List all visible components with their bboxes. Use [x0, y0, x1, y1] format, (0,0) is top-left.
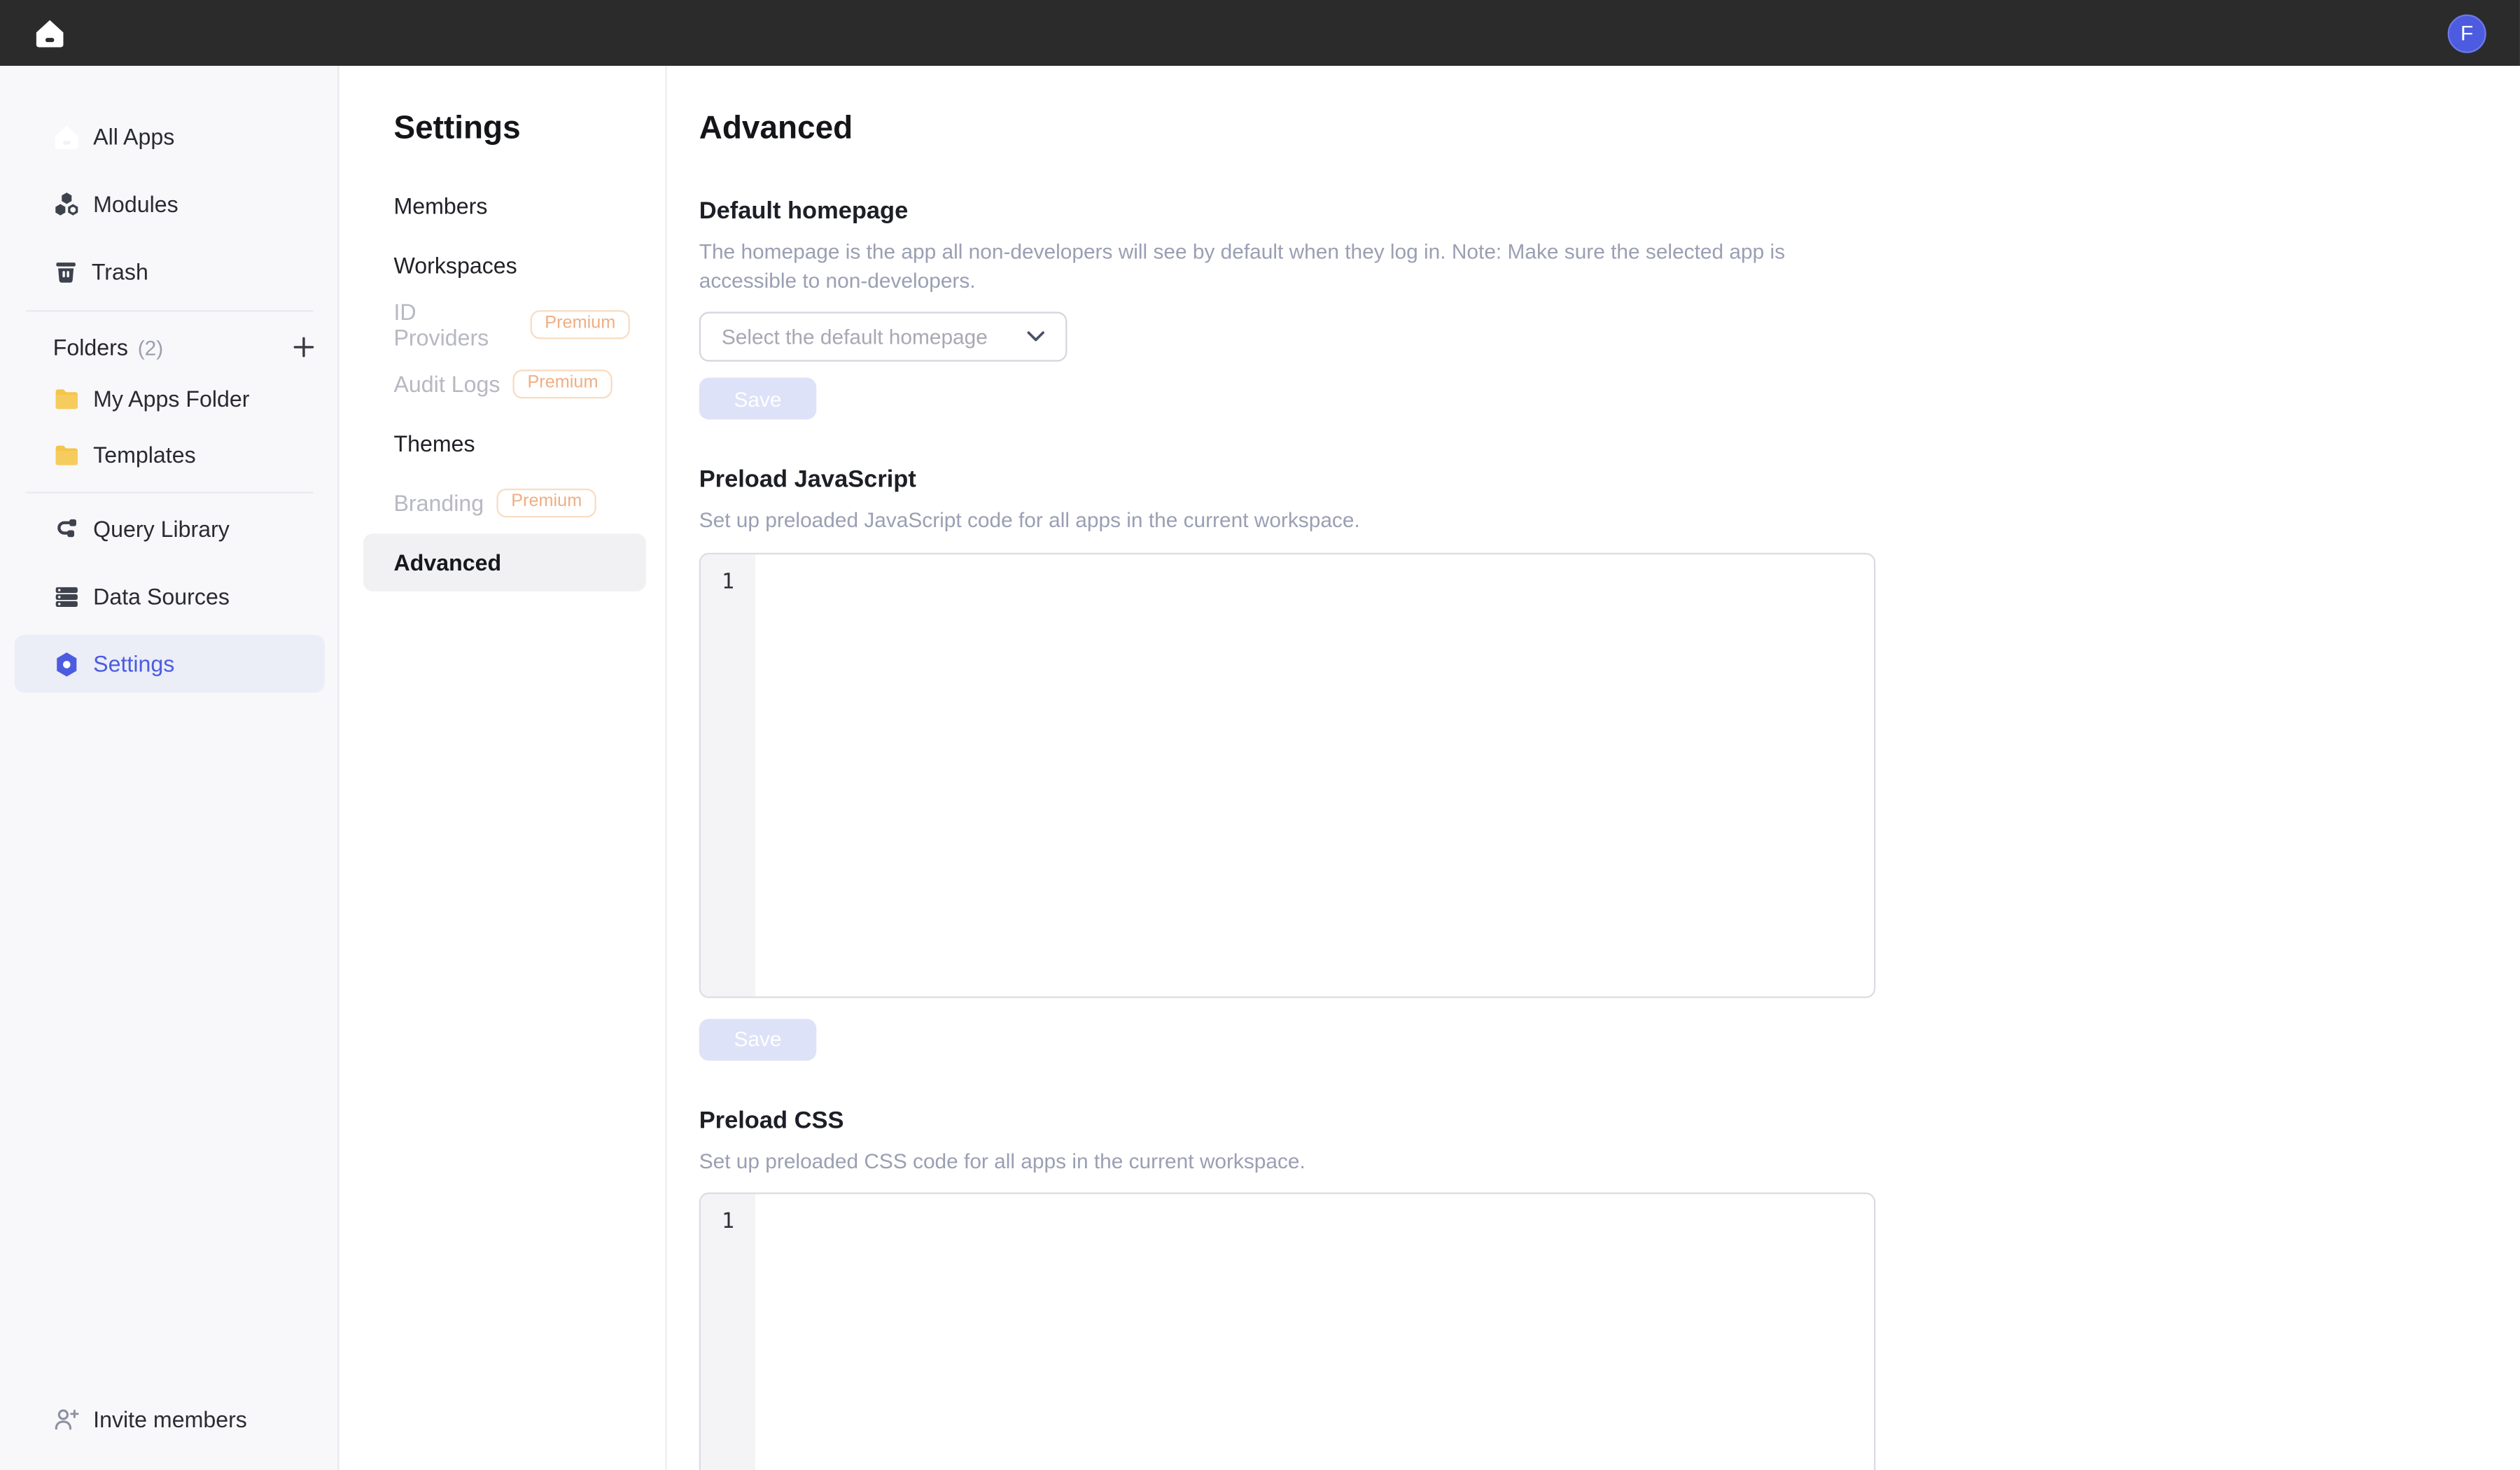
editor-code-area[interactable] — [755, 554, 1874, 995]
nav-item-themes[interactable]: Themes — [363, 414, 646, 472]
line-number: 1 — [722, 570, 734, 594]
sidebar-item-label: Templates — [93, 442, 196, 468]
sidebar-item-label: Trash — [92, 259, 148, 285]
invite-user-icon — [53, 1406, 80, 1433]
section-title: Preload JavaScript — [699, 465, 2520, 496]
sidebar-item-modules[interactable]: Modules — [0, 170, 337, 237]
sidebar-divider — [26, 492, 314, 493]
settings-hexagon-icon — [53, 650, 80, 678]
plus-icon — [293, 336, 315, 358]
folder-icon — [53, 385, 80, 412]
preload-css-editor[interactable]: 1 — [699, 1193, 1876, 1470]
line-number: 1 — [722, 1210, 734, 1234]
settings-nav-list: Members Workspaces ID Providers Premium … — [363, 177, 646, 592]
nav-item-label: Members — [393, 193, 487, 219]
main-content: Advanced Default homepage The homepage i… — [667, 66, 2520, 1470]
invite-members-button[interactable]: Invite members — [0, 1385, 337, 1452]
save-homepage-button[interactable]: Save — [699, 378, 817, 420]
topbar: F — [0, 0, 2520, 66]
folders-label: Folders — [53, 335, 128, 360]
nav-item-advanced[interactable]: Advanced — [363, 533, 646, 592]
nav-item-label: Themes — [393, 430, 475, 456]
sidebar: All Apps Modules — [0, 66, 339, 1470]
data-sources-icon — [53, 582, 80, 610]
nav-item-label: Audit Logs — [393, 371, 500, 397]
nav-item-label: ID Providers — [393, 299, 517, 350]
home-icon — [53, 123, 80, 150]
trash-icon — [53, 259, 79, 285]
preload-javascript-editor[interactable]: 1 — [699, 552, 1876, 997]
avatar[interactable]: F — [2448, 14, 2486, 52]
add-folder-button[interactable] — [293, 336, 315, 358]
avatar-initial: F — [2460, 21, 2473, 45]
home-button[interactable] — [34, 17, 66, 49]
folders-header: Folders (2) — [53, 323, 315, 371]
section-description: The homepage is the app all non-develope… — [699, 238, 1816, 294]
nav-item-workspaces[interactable]: Workspaces — [363, 236, 646, 294]
premium-badge: Premium — [497, 489, 596, 517]
settings-nav: Settings Members Workspaces ID Providers… — [339, 66, 666, 1470]
home-icon — [34, 17, 66, 49]
nav-item-label: Workspaces — [393, 252, 517, 278]
editor-code-area[interactable] — [755, 1194, 1874, 1470]
folder-icon — [53, 441, 80, 468]
invite-members-label: Invite members — [93, 1406, 247, 1432]
premium-badge: Premium — [531, 310, 630, 339]
sidebar-item-settings[interactable]: Settings — [15, 635, 325, 693]
editor-gutter: 1 — [701, 554, 755, 995]
sidebar-item-data-sources[interactable]: Data Sources — [0, 563, 337, 630]
save-javascript-button[interactable]: Save — [699, 1018, 817, 1060]
app-window: F All Apps — [0, 0, 2520, 1470]
nav-item-audit-logs[interactable]: Audit Logs Premium — [363, 355, 646, 413]
settings-nav-title: Settings — [393, 109, 665, 148]
chevron-down-icon — [1027, 331, 1044, 342]
sidebar-item-label: Data Sources — [93, 583, 230, 609]
premium-badge: Premium — [513, 370, 612, 398]
default-homepage-select[interactable]: Select the default homepage — [699, 312, 1068, 361]
select-placeholder: Select the default homepage — [722, 325, 988, 349]
modules-icon — [53, 190, 80, 218]
section-preload-javascript: Preload JavaScript Set up preloaded Java… — [699, 465, 2520, 1060]
editor-gutter: 1 — [701, 1194, 755, 1470]
sidebar-item-label: All Apps — [93, 124, 174, 150]
sidebar-item-label: Modules — [93, 191, 178, 217]
section-default-homepage: Default homepage The homepage is the app… — [699, 196, 2520, 419]
section-description: Set up preloaded CSS code for all apps i… — [699, 1147, 1816, 1175]
section-description: Set up preloaded JavaScript code for all… — [699, 506, 1816, 534]
shell: All Apps Modules — [0, 66, 2520, 1470]
sidebar-divider — [26, 310, 314, 312]
page-title: Advanced — [699, 109, 2520, 148]
folders-count: (2) — [138, 335, 163, 359]
section-title: Default homepage — [699, 196, 2520, 227]
sidebar-item-all-apps[interactable]: All Apps — [0, 103, 337, 170]
sidebar-item-label: Settings — [93, 651, 174, 677]
sidebar-item-label: My Apps Folder — [93, 386, 249, 412]
nav-item-label: Branding — [393, 490, 484, 516]
nav-item-label: Advanced — [393, 550, 501, 575]
sidebar-item-query-library[interactable]: Query Library — [0, 495, 337, 562]
sidebar-item-label: Query Library — [93, 516, 230, 542]
section-preload-css: Preload CSS Set up preloaded CSS code fo… — [699, 1105, 2520, 1470]
query-library-icon — [53, 515, 80, 542]
nav-item-members[interactable]: Members — [363, 177, 646, 235]
sidebar-folder-templates[interactable]: Templates — [0, 421, 337, 489]
nav-item-id-providers[interactable]: ID Providers Premium — [363, 295, 646, 354]
nav-item-branding[interactable]: Branding Premium — [363, 474, 646, 532]
sidebar-item-trash[interactable]: Trash — [0, 238, 337, 305]
section-title: Preload CSS — [699, 1105, 2520, 1135]
